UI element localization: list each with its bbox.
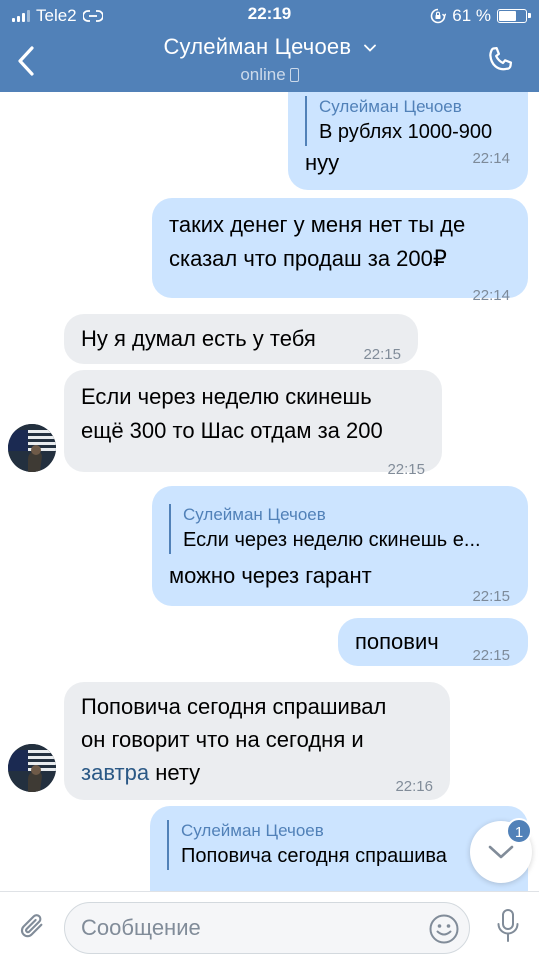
message-time: 22:15 bbox=[472, 647, 510, 664]
message-bubble-outgoing[interactable]: попович 22:15 bbox=[338, 618, 528, 666]
message-text-line: завтра нету bbox=[81, 756, 200, 790]
message-text: нуу bbox=[305, 150, 340, 175]
paperclip-icon bbox=[20, 914, 43, 938]
reply-author: Сулейман Цечоев bbox=[181, 821, 324, 840]
message-text-line: ещё 300 то Шас отдам за 200 bbox=[81, 418, 383, 443]
orientation-lock-icon bbox=[430, 8, 447, 24]
chevron-down-icon bbox=[363, 44, 376, 52]
unread-badge: 1 bbox=[506, 818, 532, 844]
message-text-line: Поповича сегодня спрашивал bbox=[81, 694, 387, 719]
message-time: 22:15 bbox=[363, 346, 401, 363]
message-bubble-outgoing[interactable]: таких денег у меня нет ты де сказал что … bbox=[152, 198, 528, 304]
message-list[interactable]: Сулейман Цечоев В рублях 1000-900 нуу 22… bbox=[0, 92, 539, 891]
message-bubble-incoming[interactable]: Ну я думал есть у тебя 22:15 bbox=[64, 314, 418, 364]
message-time: 22:15 bbox=[472, 588, 510, 605]
voice-message-button[interactable] bbox=[488, 904, 528, 948]
back-button[interactable] bbox=[6, 40, 46, 82]
reply-text: Если через неделю скинешь е... bbox=[183, 529, 481, 551]
attach-button[interactable] bbox=[12, 906, 52, 946]
carrier-label: Tele2 bbox=[36, 6, 77, 25]
emoji-button[interactable] bbox=[427, 912, 461, 946]
contact-name: Сулейман Цечоев bbox=[163, 34, 352, 59]
message-text-line: Если через неделю скинешь bbox=[81, 384, 372, 409]
message-time: 22:14 bbox=[472, 150, 510, 167]
message-bubble-outgoing[interactable]: Сулейман Цечоев В рублях 1000-900 нуу 22… bbox=[288, 92, 528, 190]
message-time: 22:15 bbox=[387, 461, 425, 478]
message-text-line: он говорит что на сегодня и bbox=[81, 727, 364, 752]
signal-icon bbox=[12, 10, 30, 22]
reply-quote[interactable]: Сулейман Цечоев В рублях 1000-900 bbox=[305, 96, 515, 146]
chat-header: Tele2 22:19 61 % Сулейман Цечоев online bbox=[0, 0, 539, 92]
message-text-line: сказал что продаш за 200₽ bbox=[169, 246, 447, 271]
message-composer bbox=[0, 891, 539, 960]
message-text-line: таких денег у меня нет ты де bbox=[169, 212, 466, 237]
message-input[interactable] bbox=[81, 903, 411, 953]
battery-percent: 61 % bbox=[452, 6, 491, 25]
online-status: online bbox=[240, 65, 286, 84]
message-text: попович bbox=[355, 629, 439, 654]
message-text-tail: нету bbox=[149, 760, 201, 785]
reply-author: Сулейман Цечоев bbox=[319, 97, 462, 116]
chat-title[interactable]: Сулейман Цечоев online bbox=[100, 34, 439, 85]
reply-author: Сулейман Цечоев bbox=[183, 505, 326, 524]
message-bubble-incoming[interactable]: Если через неделю скинешь ещё 300 то Шас… bbox=[64, 370, 442, 478]
message-bubble-outgoing[interactable]: Сулейман Цечоев Если через неделю скинеш… bbox=[152, 486, 528, 606]
message-link[interactable]: завтра bbox=[81, 760, 149, 785]
avatar[interactable] bbox=[8, 424, 56, 472]
message-input-box[interactable] bbox=[64, 902, 470, 954]
reply-quote[interactable]: Сулейман Цечоев Если через неделю скинеш… bbox=[169, 504, 514, 554]
phone-icon bbox=[489, 46, 513, 71]
message-bubble-incoming[interactable]: Поповича сегодня спрашивал он говорит чт… bbox=[64, 682, 450, 800]
message-time: 22:16 bbox=[395, 778, 433, 795]
avatar[interactable] bbox=[8, 744, 56, 792]
message-text: Ну я думал есть у тебя bbox=[81, 326, 316, 351]
call-button[interactable] bbox=[477, 38, 525, 84]
avatar-image bbox=[8, 424, 56, 472]
data-link-icon bbox=[82, 10, 103, 22]
status-bar-right: 61 % bbox=[430, 5, 531, 27]
reply-quote[interactable]: Сулейман Цечоев Поповича сегодня спрашив… bbox=[167, 820, 467, 870]
message-time: 22:14 bbox=[472, 287, 510, 304]
status-bar-left: Tele2 bbox=[12, 5, 103, 27]
mobile-icon bbox=[289, 68, 299, 82]
microphone-icon bbox=[497, 909, 519, 942]
reply-text: Поповича сегодня спрашива bbox=[181, 845, 447, 867]
smile-icon bbox=[429, 914, 459, 944]
battery-icon bbox=[497, 9, 531, 23]
avatar-image bbox=[8, 744, 56, 792]
chevron-down-icon bbox=[488, 845, 514, 859]
back-arrow-icon bbox=[18, 46, 34, 76]
message-text: можно через гарант bbox=[169, 563, 372, 588]
